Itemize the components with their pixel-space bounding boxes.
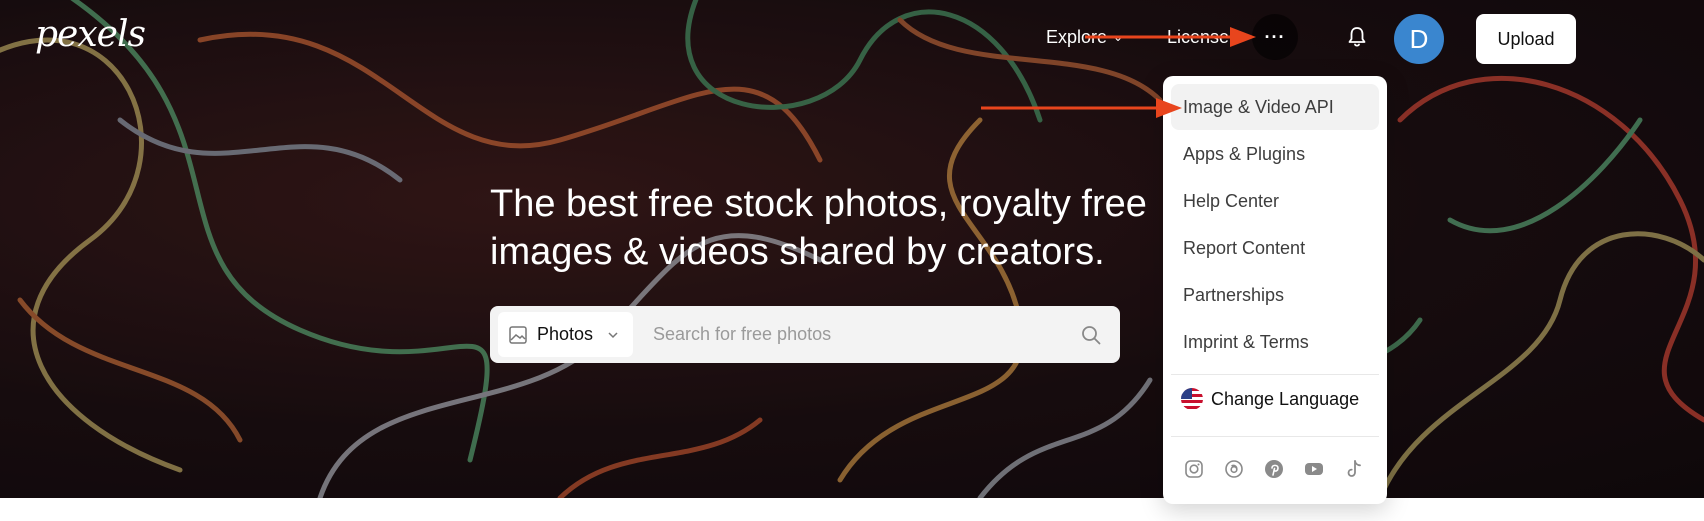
search-type-dropdown[interactable]: Photos [498, 312, 633, 357]
menu-item-image-video-api[interactable]: Image & Video API [1171, 84, 1379, 130]
us-flag-icon [1181, 388, 1203, 410]
chevron-down-icon: ⌄ [1113, 30, 1124, 44]
nav-explore[interactable]: Explore ⌄ [1046, 27, 1123, 48]
search-icon[interactable] [1080, 324, 1102, 346]
user-avatar[interactable]: D [1394, 14, 1444, 64]
instagram-icon[interactable] [1183, 458, 1205, 480]
search-type-label: Photos [537, 324, 594, 344]
more-dropdown-menu: Image & Video API Apps & Plugins Help Ce… [1163, 76, 1387, 504]
menu-divider [1171, 436, 1379, 437]
notification-bell-icon[interactable] [1345, 25, 1369, 49]
menu-item-apps-plugins[interactable]: Apps & Plugins [1171, 131, 1379, 177]
threads-icon[interactable] [1223, 458, 1245, 480]
menu-divider [1171, 374, 1379, 375]
image-icon [509, 325, 527, 344]
change-language-button[interactable]: Change Language [1181, 388, 1359, 410]
youtube-icon[interactable] [1303, 458, 1325, 480]
pexels-logo[interactable]: pexels [35, 14, 146, 55]
tiktok-icon[interactable] [1343, 458, 1365, 480]
social-links [1183, 458, 1365, 480]
hero-headline: The best free stock photos, royalty free… [490, 183, 1147, 273]
nav-license[interactable]: License [1167, 27, 1229, 48]
change-language-label: Change Language [1211, 388, 1360, 409]
menu-item-imprint-terms[interactable]: Imprint & Terms [1171, 319, 1379, 365]
chevron-down-icon [608, 331, 618, 338]
upload-button[interactable]: Upload [1476, 14, 1576, 64]
menu-item-report-content[interactable]: Report Content [1171, 225, 1379, 271]
search-input[interactable] [653, 324, 1080, 345]
pinterest-icon[interactable] [1263, 458, 1285, 480]
nav-explore-label: Explore [1046, 27, 1108, 47]
more-menu-button[interactable]: ··· [1252, 14, 1298, 60]
menu-item-partnerships[interactable]: Partnerships [1171, 272, 1379, 318]
menu-item-help-center[interactable]: Help Center [1171, 178, 1379, 224]
search-bar: Photos [490, 306, 1120, 363]
